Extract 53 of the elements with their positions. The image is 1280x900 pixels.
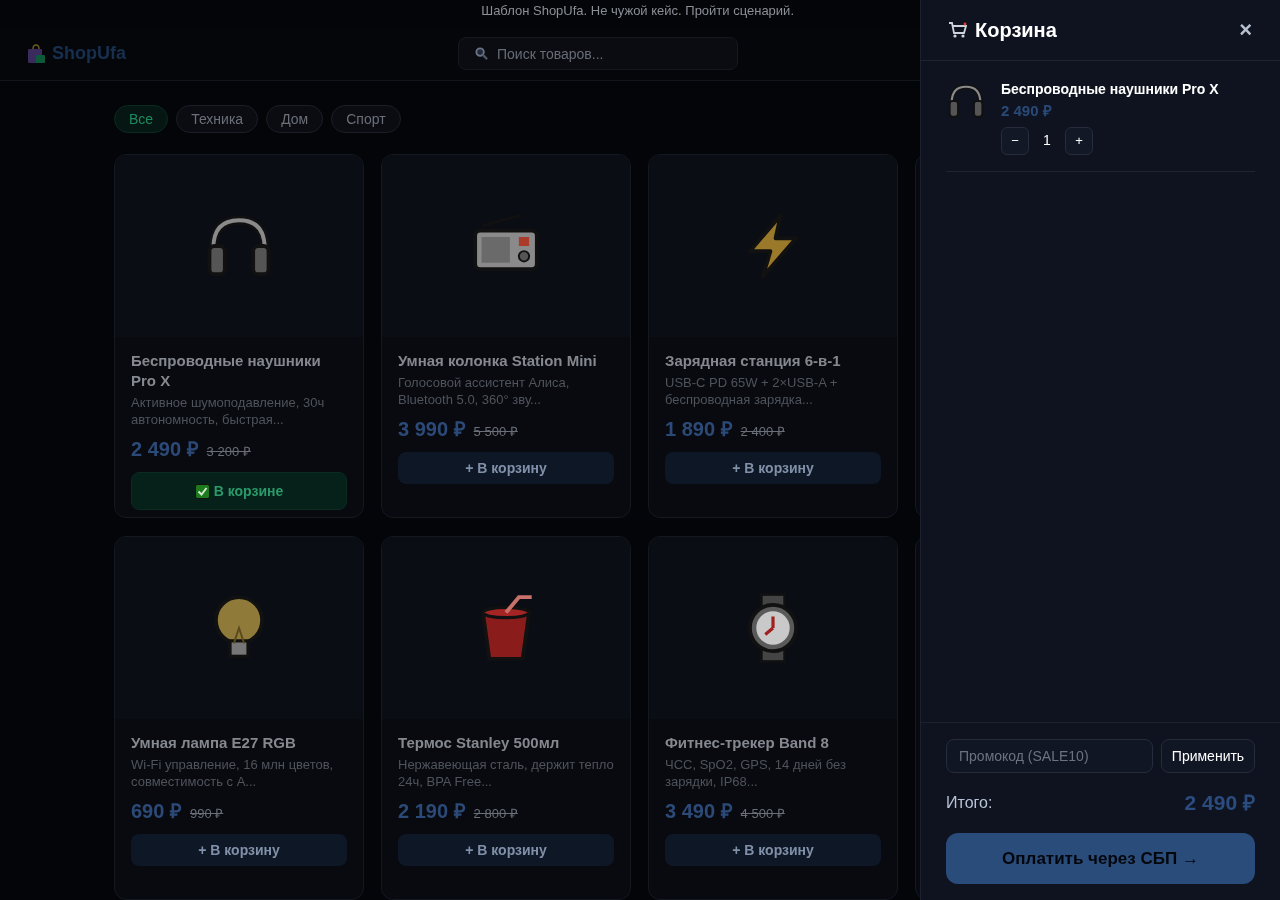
- cart-item-price: 2 490 ₽: [1001, 101, 1053, 121]
- product-description: Wi-Fi управление, 16 млн цветов, совместимость с А...: [131, 756, 335, 790]
- close-button[interactable]: ×: [1239, 19, 1252, 41]
- search-icon: [475, 47, 488, 61]
- category-tab[interactable]: Все: [114, 105, 169, 134]
- shopping-cart-icon: [949, 22, 967, 38]
- total-label: Итого:: [946, 793, 993, 813]
- product-title: Термос Stanley 500мл: [398, 733, 561, 753]
- add-to-cart-button[interactable]: + В корзину: [665, 834, 881, 866]
- price: 690 ₽: [131, 799, 182, 824]
- old-price: 4 500 ₽: [740, 805, 785, 823]
- price: 1 890 ₽: [665, 417, 733, 442]
- promo-code-field[interactable]: Промокод (SALE10): [946, 739, 1153, 773]
- old-price: 5 500 ₽: [473, 423, 518, 441]
- total-amount: 2 490 ₽: [1184, 790, 1255, 817]
- product-title: Умная лампа E27 RGB: [131, 733, 297, 753]
- shopping-bag-icon: [26, 43, 46, 64]
- search-field[interactable]: Поиск товаров...: [458, 37, 738, 71]
- product-title: Умная колонка Station Mini: [398, 351, 598, 371]
- apply-button[interactable]: Применить: [1161, 739, 1255, 773]
- product-description: ЧСС, SpO2, GPS, 14 дней без зарядки, IP68...: [665, 756, 847, 790]
- category-tab[interactable]: Техника: [176, 105, 259, 134]
- old-price: 990 ₽: [189, 805, 224, 823]
- add-to-cart-button[interactable]: + В корзину: [665, 452, 881, 484]
- cart-title: Корзина: [975, 18, 1057, 43]
- headphones-icon: [946, 81, 986, 121]
- product-description: Голосовой ассистент Алиса, Bluetooth 5.0, 360° зву...: [398, 374, 571, 408]
- price: 2 190 ₽: [398, 799, 466, 824]
- add-to-cart-button[interactable]: + В корзину: [398, 834, 614, 866]
- banner-text: Шаблон ShopUfa. Не чужой кейс. Пройти сценарий.: [481, 2, 794, 20]
- old-price: 2 400 ₽: [740, 423, 785, 441]
- old-price: 2 800 ₽: [473, 805, 518, 823]
- cart-item-name: Беспроводные наушники Pro X: [1001, 80, 1219, 99]
- decrease-button[interactable]: −: [1001, 126, 1029, 155]
- old-price: 3 200 ₽: [206, 443, 251, 461]
- add-to-cart-button[interactable]: + В корзину: [131, 834, 347, 866]
- price: 3 490 ₽: [665, 799, 733, 824]
- in-cart-button[interactable]: В корзине: [131, 472, 347, 510]
- quantity-text: 1: [1042, 131, 1052, 150]
- category-tab[interactable]: Дом: [266, 105, 324, 134]
- add-to-cart-button[interactable]: + В корзину: [398, 452, 614, 484]
- price: 3 990 ₽: [398, 417, 466, 442]
- product-description: Нержавеющая сталь, держит тепло 24ч, BPA Free...: [398, 756, 614, 790]
- product-title: Зарядная станция 6-в-1: [665, 351, 842, 371]
- check-icon: [194, 483, 210, 499]
- category-tab[interactable]: Спорт: [331, 105, 401, 134]
- product-title: Фитнес-трекер Band 8: [665, 733, 830, 753]
- price: 2 490 ₽: [131, 437, 199, 462]
- product-description: USB-C PD 65W + 2×USB-A + беспроводная зарядка...: [665, 374, 839, 408]
- product-title: Беспроводные наушники Pro X: [131, 351, 322, 391]
- logo-text: ShopUfa: [52, 42, 126, 66]
- product-description: Активное шумоподавление, 30ч автономность, быстрая...: [131, 394, 326, 428]
- increase-button[interactable]: +: [1065, 126, 1093, 155]
